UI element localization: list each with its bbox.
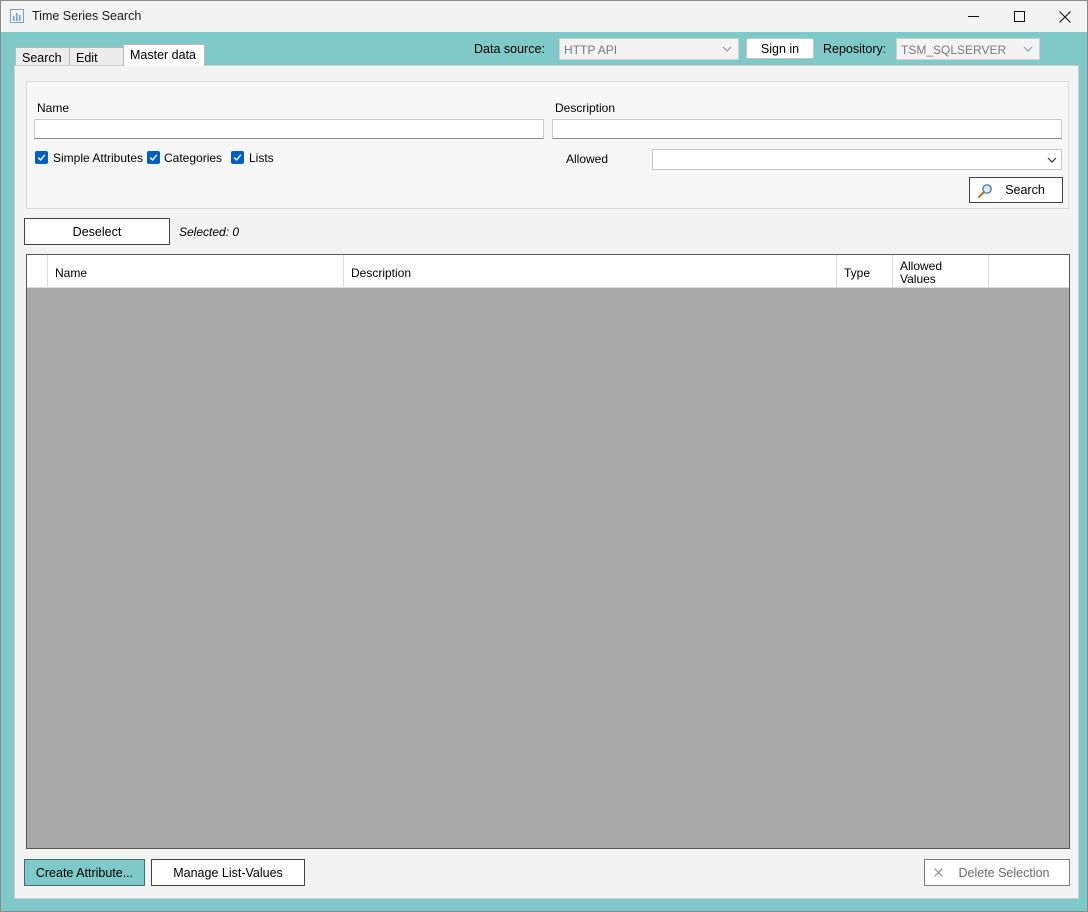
description-label: Description: [555, 101, 616, 115]
manage-list-values-button[interactable]: Manage List-Values: [151, 859, 305, 886]
column-header-type[interactable]: Type: [837, 255, 893, 288]
column-header-name-label: Name: [55, 266, 88, 280]
search-button[interactable]: Search: [969, 177, 1063, 203]
sign-in-label: Sign in: [760, 42, 800, 56]
close-button[interactable]: [1042, 1, 1088, 32]
simple-attributes-checkbox[interactable]: [35, 151, 48, 164]
data-source-select[interactable]: HTTP API: [559, 38, 739, 60]
master-data-panel: Name Description Simple Attributes Categ…: [14, 65, 1079, 899]
column-header-allowed-values[interactable]: Allowed Values: [893, 255, 989, 288]
selected-count: Selected: 0: [179, 225, 240, 239]
checkmark-icon: [233, 154, 242, 162]
tab-master-data[interactable]: Master data: [123, 44, 205, 66]
tab-edit-label: Edit: [76, 51, 98, 65]
description-input[interactable]: [552, 119, 1062, 139]
allowed-select[interactable]: [652, 149, 1062, 170]
maximize-button[interactable]: [996, 1, 1042, 32]
app-window: Time Series Search Search Edit Master da…: [0, 0, 1088, 912]
deselect-button[interactable]: Deselect: [24, 218, 170, 245]
repository-label: Repository:: [823, 42, 887, 56]
name-label: Name: [37, 101, 70, 115]
attributes-table[interactable]: Name Description Type Allowed Values: [26, 254, 1070, 849]
data-source-label: Data source:: [474, 42, 545, 56]
minimize-icon: [967, 16, 979, 17]
minimize-button[interactable]: [950, 1, 996, 32]
column-header-description-label: Description: [351, 266, 412, 280]
name-input[interactable]: [34, 119, 544, 139]
tab-search-label: Search: [22, 51, 62, 65]
tab-edit[interactable]: Edit: [69, 47, 124, 66]
column-header-select[interactable]: [27, 255, 48, 288]
data-source-value: HTTP API: [564, 43, 618, 57]
repository-select[interactable]: TSM_SQLSERVER: [896, 38, 1040, 60]
chevron-down-icon: [1047, 157, 1057, 163]
close-icon: [1059, 10, 1071, 23]
table-header: Name Description Type Allowed Values: [27, 255, 1069, 288]
chart-app-icon: [10, 9, 24, 23]
categories-label[interactable]: Categories: [164, 151, 222, 165]
checkmark-icon: [37, 154, 46, 162]
chevron-down-icon: [1023, 46, 1033, 52]
manage-list-values-label: Manage List-Values: [173, 866, 283, 880]
tab-master-data-label: Master data: [130, 48, 197, 62]
deselect-button-label: Deselect: [72, 225, 122, 239]
column-header-filler: [989, 255, 1069, 288]
categories-checkbox[interactable]: [147, 151, 160, 164]
maximize-icon: [1013, 11, 1025, 22]
column-header-name[interactable]: Name: [48, 255, 344, 288]
search-button-label: Search: [1005, 183, 1045, 197]
tab-search[interactable]: Search: [15, 47, 70, 66]
column-header-allowed-line1: Allowed: [900, 259, 943, 273]
allowed-label: Allowed: [566, 152, 609, 166]
title-bar: Time Series Search: [1, 1, 1087, 32]
sign-in-button[interactable]: Sign in: [746, 38, 814, 59]
window-title: Time Series Search: [32, 9, 142, 23]
lists-checkbox[interactable]: [231, 151, 244, 164]
chevron-down-icon: [722, 46, 732, 52]
create-attribute-label: Create Attribute...: [35, 866, 134, 880]
column-header-type-label: Type: [844, 266, 871, 280]
repository-value: TSM_SQLSERVER: [901, 43, 1007, 57]
simple-attributes-label[interactable]: Simple Attributes: [53, 151, 143, 165]
delete-x-icon: [934, 868, 943, 877]
delete-selection-button[interactable]: Delete Selection: [924, 859, 1070, 886]
magnifier-icon: [977, 184, 992, 199]
checkmark-icon: [149, 154, 158, 162]
lists-label[interactable]: Lists: [249, 151, 274, 165]
column-header-description[interactable]: Description: [344, 255, 837, 288]
delete-selection-label: Delete Selection: [958, 866, 1050, 880]
filter-group: Name Description Simple Attributes Categ…: [26, 81, 1069, 209]
create-attribute-button[interactable]: Create Attribute...: [24, 859, 145, 886]
column-header-allowed-line2: Values: [900, 272, 936, 286]
